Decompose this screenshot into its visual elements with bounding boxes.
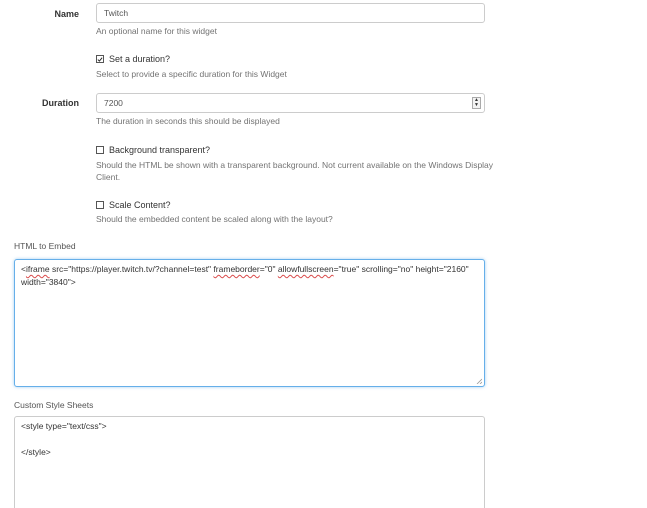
set-duration-label: Set a duration? — [109, 54, 171, 64]
scale-content-checkbox[interactable] — [96, 201, 104, 209]
background-transparent-label: Background transparent? — [109, 145, 211, 155]
background-transparent-help-line1: Should the HTML be shown with a transpar… — [96, 160, 494, 170]
set-duration-row[interactable]: Set a duration? — [96, 54, 170, 64]
custom-css-label: Custom Style Sheets — [14, 400, 94, 410]
background-transparent-checkbox[interactable] — [96, 146, 104, 154]
name-input[interactable]: Twitch — [96, 3, 485, 23]
custom-css-textarea[interactable]: <style type="text/css"> </style> — [14, 416, 485, 508]
scale-content-help-text: Should the embedded content be scaled al… — [96, 214, 333, 224]
set-duration-help-text: Select to provide a specific duration fo… — [96, 69, 287, 79]
spinner-down-icon[interactable]: ▼ — [474, 103, 479, 108]
background-transparent-row[interactable]: Background transparent? — [96, 145, 210, 155]
html-embed-textarea[interactable]: <iframe src="https://player.twitch.tv/?c… — [14, 259, 485, 387]
scale-content-label: Scale Content? — [109, 200, 171, 210]
html-embed-label: HTML to Embed — [14, 241, 76, 251]
scale-content-row[interactable]: Scale Content? — [96, 200, 171, 210]
name-help-text: An optional name for this widget — [96, 26, 217, 36]
spellcheck-word: allowfullscreen — [277, 264, 334, 274]
code-text: ="0" — [259, 264, 278, 274]
code-text: width="3840"> — [21, 277, 76, 287]
code-text: ="true" scrolling="no" height="2160" — [333, 264, 469, 274]
code-text: <style type="text/css"> — [21, 421, 107, 431]
duration-input[interactable]: 7200 ▲ ▼ — [96, 93, 485, 113]
duration-value: 7200 — [104, 98, 123, 108]
duration-spinner[interactable]: ▲ ▼ — [472, 97, 481, 109]
spellcheck-word: iframe — [25, 264, 50, 274]
code-text: </style> — [21, 447, 51, 457]
spellcheck-word: frameborder — [213, 264, 260, 274]
checkmark-icon — [97, 56, 103, 62]
background-transparent-help-line2: Client. — [96, 172, 121, 182]
set-duration-checkbox[interactable] — [96, 55, 104, 63]
duration-help-text: The duration in seconds this should be d… — [96, 116, 280, 126]
name-label: Name — [54, 9, 79, 19]
duration-label: Duration — [42, 98, 79, 108]
code-text: src="https://player.twitch.tv/?channel=t… — [49, 264, 214, 274]
resize-handle-icon[interactable] — [476, 378, 482, 384]
